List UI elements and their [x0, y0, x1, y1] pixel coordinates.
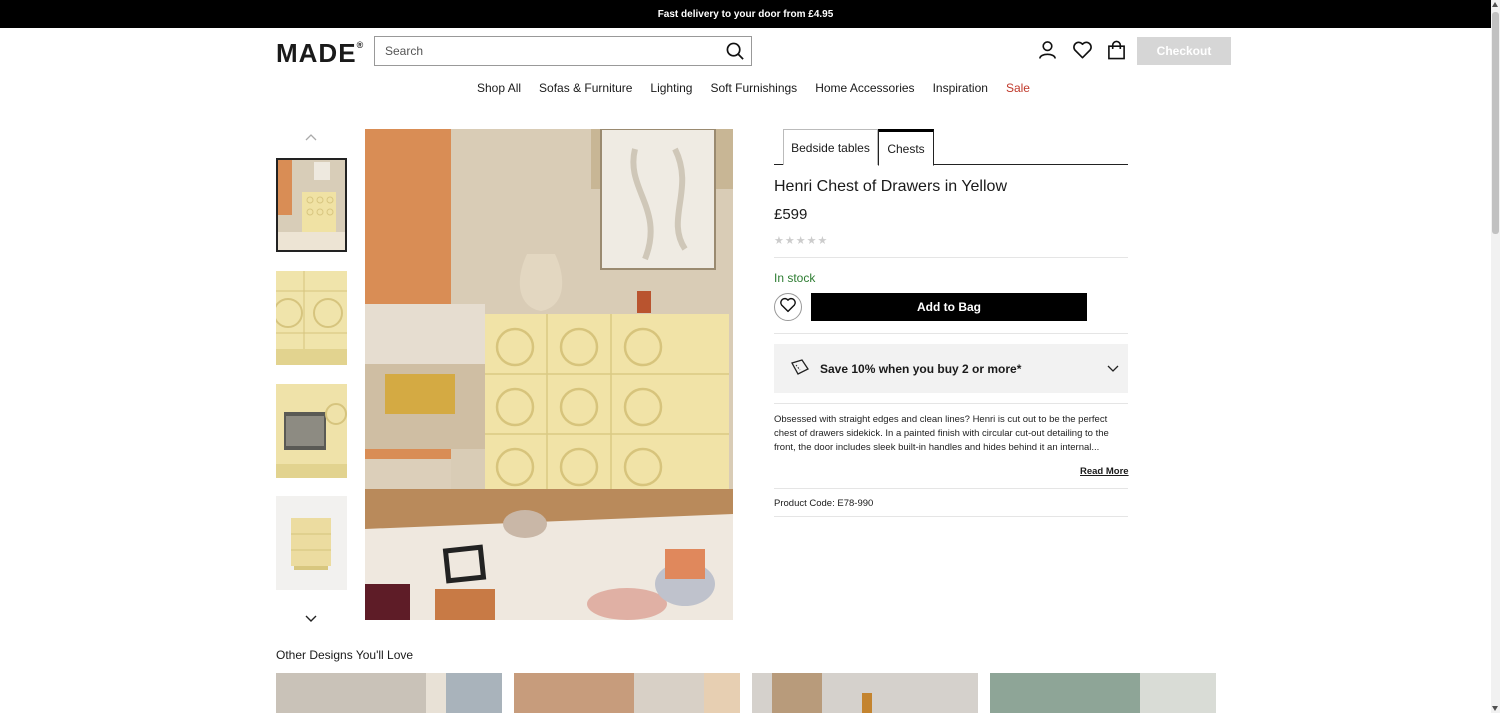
- account-icon[interactable]: [1038, 40, 1057, 65]
- divider: [774, 333, 1128, 334]
- scrollbar[interactable]: [1491, 0, 1500, 713]
- nav-home-accessories[interactable]: Home Accessories: [815, 81, 914, 95]
- logo-mark: ®: [356, 40, 365, 51]
- nav-sofas-furniture[interactable]: Sofas & Furniture: [539, 81, 632, 95]
- divider: [774, 403, 1128, 404]
- checkout-button[interactable]: Checkout: [1137, 37, 1231, 65]
- star-icon: ★: [795, 235, 806, 247]
- chevron-down-icon[interactable]: [1107, 362, 1119, 376]
- tab-chests[interactable]: Chests: [878, 129, 934, 166]
- category-tabs: Bedside tables Chests: [774, 129, 1128, 166]
- add-to-bag-button[interactable]: Add to Bag: [811, 293, 1087, 321]
- product-code-label: Product Code:: [774, 498, 838, 509]
- product-code: Product Code: E78-990: [774, 498, 873, 509]
- rating-stars[interactable]: ★ ★ ★ ★ ★: [774, 234, 827, 247]
- add-to-wishlist-button[interactable]: [774, 293, 802, 321]
- thumbnail-down-chevron-icon[interactable]: [305, 610, 317, 628]
- product-main-image: [365, 129, 733, 620]
- wishlist-heart-icon[interactable]: [1072, 40, 1093, 65]
- product-code-value: E78-990: [837, 498, 874, 509]
- heart-icon: [779, 297, 797, 318]
- main-nav: Shop All Sofas & Furniture Lighting Soft…: [477, 81, 1030, 95]
- bag-icon[interactable]: [1107, 40, 1126, 65]
- promo-text: Save 10% when you buy 2 or more*: [820, 361, 1022, 376]
- star-icon: ★: [784, 235, 795, 247]
- nav-inspiration[interactable]: Inspiration: [933, 81, 988, 95]
- tab-label: Chests: [887, 141, 925, 156]
- tab-bedside-tables[interactable]: Bedside tables: [783, 129, 878, 165]
- thumbnail-1[interactable]: [276, 158, 347, 252]
- product-description: Obsessed with straight edges and clean l…: [774, 414, 1109, 453]
- recommendations-heading: Other Designs You'll Love: [276, 648, 414, 662]
- divider: [774, 516, 1128, 517]
- recommendation-card[interactable]: [752, 673, 978, 713]
- search-icon[interactable]: [726, 42, 745, 66]
- stock-status: In stock: [774, 271, 816, 285]
- product-price: £599: [774, 206, 808, 223]
- nav-sale[interactable]: Sale: [1006, 81, 1030, 95]
- divider: [774, 257, 1128, 258]
- star-icon: ★: [817, 235, 828, 247]
- scroll-down-arrow-icon[interactable]: [1492, 706, 1498, 711]
- nav-lighting[interactable]: Lighting: [650, 81, 692, 95]
- thumbnail-up-chevron-icon[interactable]: [305, 128, 317, 146]
- thumbnail-3[interactable]: [276, 384, 347, 478]
- promo-banner[interactable]: Save 10% when you buy 2 or more*: [774, 344, 1128, 393]
- scrollbar-thumb[interactable]: [1492, 12, 1499, 234]
- logo-text: MADE: [276, 38, 357, 68]
- tab-label: Bedside tables: [791, 140, 870, 155]
- nav-soft-furnishings[interactable]: Soft Furnishings: [710, 81, 797, 95]
- nav-shop-all[interactable]: Shop All: [477, 81, 521, 95]
- star-icon: ★: [774, 235, 784, 247]
- product-title: Henri Chest of Drawers in Yellow: [774, 178, 1007, 195]
- announcement-bar: Fast delivery to your door from £4.95: [0, 0, 1491, 28]
- made-logo[interactable]: MADE®: [276, 38, 364, 69]
- search-box[interactable]: [374, 36, 752, 66]
- announcement-text: Fast delivery to your door from £4.95: [657, 8, 834, 20]
- ticket-icon: [790, 359, 810, 378]
- thumbnail-2[interactable]: [276, 271, 347, 365]
- star-icon: ★: [806, 235, 817, 247]
- thumbnail-4[interactable]: [276, 496, 347, 590]
- read-more-link[interactable]: Read More: [1080, 466, 1129, 477]
- recommendation-card[interactable]: [514, 673, 740, 713]
- recommendation-card[interactable]: [990, 673, 1216, 713]
- scroll-up-arrow-icon[interactable]: [1492, 2, 1498, 7]
- divider: [774, 488, 1128, 489]
- recommendation-card[interactable]: [276, 673, 502, 713]
- search-input[interactable]: [385, 44, 715, 58]
